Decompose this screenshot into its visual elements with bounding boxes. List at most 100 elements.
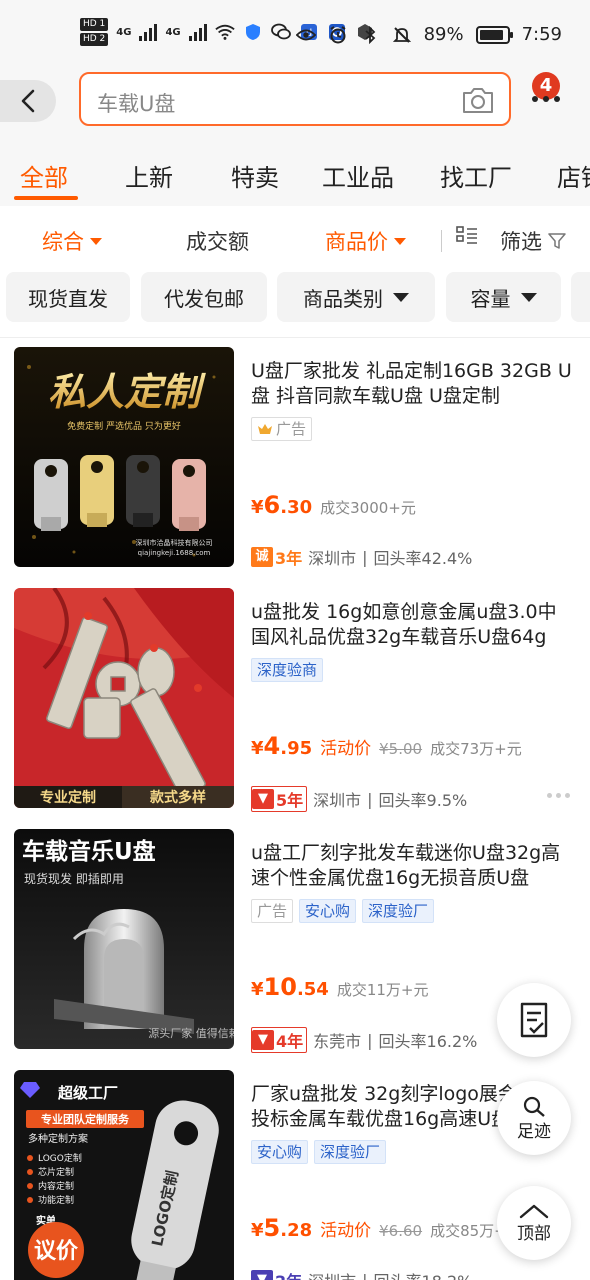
tab-shop[interactable]: 店铺 (557, 158, 590, 193)
supplier-meta: ▼2年 深圳市 | 回头率18.2% (251, 1268, 472, 1280)
product-tags: 安心购 深度验厂 (251, 1140, 387, 1164)
product-title[interactable]: u盘批发 16g如意创意金属u盘3.0中国风礼品优盘32g车载音乐U盘64g (251, 600, 573, 650)
price-line: ¥6.30 成交3000+元 (251, 491, 416, 519)
sales-volume: 成交3000+元 (320, 499, 416, 517)
caret-down-icon (394, 237, 406, 245)
city: 深圳市 (308, 549, 357, 568)
caret-down-icon (393, 292, 409, 302)
year-badge: ▼2年 (251, 1268, 302, 1280)
city: 深圳市 (308, 1268, 356, 1280)
price-integer: 5 (263, 1214, 281, 1242)
network-label-2: 4G (165, 26, 181, 38)
footprint-search-icon (523, 1096, 545, 1117)
thumb-bullet: 内容定制 (38, 1180, 74, 1192)
chevron-up-icon (519, 1204, 549, 1218)
price-integer: 4 (263, 732, 281, 760)
filter-chips: 现货直发 代发包邮 商品类别 容量 (0, 270, 590, 338)
wechat-icon (270, 22, 291, 42)
clock: 7:59 (521, 24, 562, 45)
product-card[interactable]: 专业定制 款式多样 u盘批发 16g如意创意金属u盘3.0中国风礼品优盘32g车… (0, 588, 590, 828)
chip-category[interactable]: 商品类别 (277, 272, 435, 322)
crown-icon (258, 424, 272, 434)
price-integer: 6 (263, 491, 281, 519)
tab-sale[interactable]: 特卖 (231, 158, 279, 193)
price: ¥4.95 (251, 732, 312, 760)
more-dots-icon (532, 96, 560, 102)
chip-label: 容量 (470, 286, 511, 311)
product-title[interactable]: u盘工厂刻字批发车载迷你U盘32g高速个性金属优盘16g无损音质U盘 (251, 841, 573, 891)
filter-button[interactable]: 筛选 (500, 226, 566, 256)
chip-more[interactable] (571, 272, 590, 322)
eye-icon (295, 25, 316, 45)
back-button[interactable] (0, 80, 56, 122)
price-integer: 10 (263, 973, 297, 1001)
more-options-icon[interactable] (547, 793, 570, 798)
tab-factory[interactable]: 找工厂 (440, 158, 512, 193)
integrity-year-badge: 诚 3年 (251, 545, 302, 569)
price-line: ¥5.28 活动价 ¥6.60 成交85万+元 (251, 1214, 522, 1242)
thumb-headline: 私人定制 (48, 369, 206, 414)
supplier-meta: ▼ 5年 深圳市 | 回头率9.5% (251, 786, 467, 812)
back-to-top-button[interactable]: 顶部 (497, 1186, 571, 1260)
price-currency: ¥ (251, 497, 264, 518)
tab-all[interactable]: 全部 (20, 158, 68, 193)
price-decimal: .95 (280, 738, 313, 759)
chip-label: 代发包邮 (164, 286, 244, 311)
caret-down-icon (520, 292, 537, 302)
sort-deal-amount-label: 成交额 (186, 230, 249, 254)
thumb-footer: 源头厂家 值得信赖 (148, 1026, 234, 1040)
sort-bar: 综合 成交额 商品价 筛选 (0, 206, 590, 270)
product-card[interactable]: 私人定制 免费定制 严选优品 只为更好 深圳市洽晶科技有限公司 qiajingk… (0, 347, 590, 587)
product-image[interactable]: 超级工厂 专业团队定制服务 多种定制方案 LOGO定制 芯片定制 内容定制 功能… (14, 1070, 234, 1280)
city: 东莞市 (313, 1032, 362, 1051)
search-query: 车载U盘 (97, 92, 176, 116)
bluetooth-icon (360, 25, 380, 45)
product-image[interactable]: 私人定制 免费定制 严选优品 只为更好 深圳市洽晶科技有限公司 qiajingk… (14, 347, 234, 567)
supplier-meta: 诚 3年 深圳市 | 回头率42.4% (251, 545, 472, 569)
status-bar: HD 1 HD 2 4G 4G d 89% 7:59 (0, 0, 590, 72)
divider (441, 230, 442, 252)
thumb-site: qiajingkeji.1688.com (138, 549, 211, 557)
product-image[interactable]: 专业定制 款式多样 (14, 588, 234, 808)
more-menu-button[interactable]: 4 (528, 72, 572, 116)
thumb-tag-big: 议价 (34, 1239, 79, 1264)
sort-comprehensive[interactable]: 综合 (42, 226, 102, 256)
list-view-toggle[interactable] (456, 226, 478, 246)
shield-badge-icon: ▼ (252, 789, 274, 809)
meta-divider: | (362, 1270, 368, 1280)
edit-note-icon (520, 1002, 548, 1038)
thumb-bullet: 芯片定制 (38, 1166, 74, 1178)
top-label: 顶部 (517, 1223, 551, 1244)
sort-deal-amount[interactable]: 成交额 (186, 226, 249, 256)
feedback-button[interactable] (497, 983, 571, 1057)
chip-capacity[interactable]: 容量 (446, 272, 561, 322)
chip-in-stock[interactable]: 现货直发 (6, 272, 130, 322)
price-line: ¥4.95 活动价 ¥5.00 成交73万+元 (251, 732, 522, 760)
funnel-icon (548, 233, 566, 249)
footprint-label: 足迹 (517, 1121, 551, 1142)
meta-divider: | (362, 547, 368, 567)
original-price: ¥5.00 (379, 740, 423, 758)
caret-down-icon (90, 237, 102, 245)
footprint-button[interactable]: 足迹 (497, 1081, 571, 1155)
shield-badge-icon: ▼ (251, 1270, 273, 1280)
sales-volume: 成交11万+元 (336, 981, 429, 999)
camera-icon[interactable] (461, 86, 495, 118)
activity-price-label: 活动价 (320, 739, 372, 759)
integrity-icon: 诚 (251, 547, 273, 567)
product-image[interactable]: 车载音乐U盘 现货现发 即插即用 源头厂家 值得信赖 (14, 829, 234, 1049)
thumb-headline: 车载音乐U盘 (22, 838, 156, 865)
product-title[interactable]: U盘厂家批发 礼品定制16GB 32GB U盘 抖音同款车载U盘 U盘定制 (251, 359, 573, 409)
thumb-subline: 免费定制 严选优品 只为更好 (67, 420, 181, 432)
chip-free-shipping[interactable]: 代发包邮 (141, 272, 267, 322)
thumb-bullet: LOGO定制 (38, 1152, 82, 1164)
tab-industrial[interactable]: 工业品 (322, 158, 394, 193)
price-decimal: .28 (280, 1220, 313, 1241)
price-decimal: .54 (296, 979, 329, 1000)
sort-price[interactable]: 商品价 (325, 226, 406, 256)
shield-app-icon (243, 22, 263, 42)
thumb-left-label: 专业定制 (40, 789, 96, 806)
search-input[interactable]: 车载U盘 (79, 72, 511, 126)
meta-divider: | (367, 1030, 373, 1050)
tab-new[interactable]: 上新 (125, 158, 173, 193)
